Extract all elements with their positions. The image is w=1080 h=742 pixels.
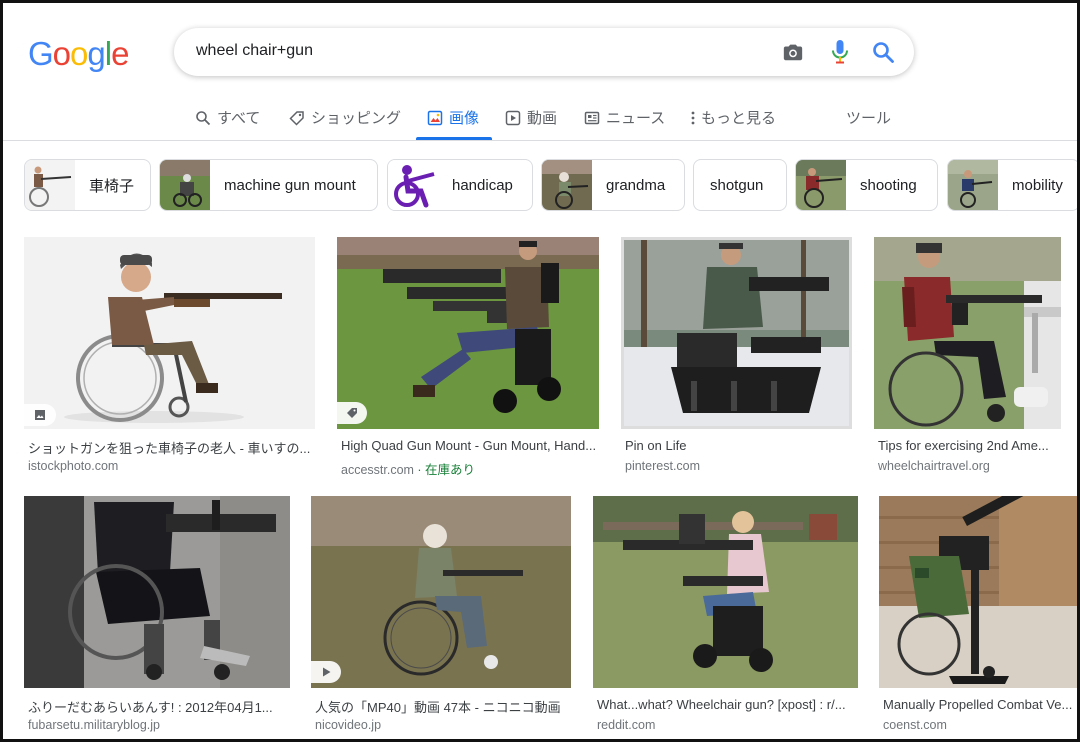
video-badge	[311, 661, 341, 683]
result-thumbnail[interactable]	[593, 496, 858, 688]
source-domain: accesstr.com	[341, 463, 414, 477]
image-result[interactable]: Manually Propelled Combat Ve... coenst.c…	[879, 496, 1077, 736]
chip-thumbnail	[388, 160, 438, 210]
browser-frame: Google wheel chair+gun すべて ショッピング 画像 動画 …	[0, 0, 1080, 742]
image-icon	[35, 410, 45, 420]
image-result[interactable]: Pin on Life pinterest.com	[621, 237, 852, 477]
image-result[interactable]: ショットガンを狙った車椅子の老人 - 車いすの... istockphoto.c…	[24, 237, 315, 477]
logo-letter: g	[87, 35, 105, 72]
image-badge	[24, 404, 56, 426]
chip-thumbnail	[160, 160, 210, 210]
tab-news[interactable]: ニュース	[584, 107, 665, 128]
result-source[interactable]: istockphoto.com	[28, 459, 118, 473]
result-thumbnail[interactable]	[337, 237, 599, 429]
news-icon	[584, 111, 600, 124]
result-title[interactable]: ショットガンを狙った車椅子の老人 - 車いすの...	[28, 438, 315, 457]
related-search-chips: 車椅子 machine gun mount handicap grandma s…	[3, 159, 1077, 211]
chip-label: shotgun	[710, 176, 764, 194]
chip-machine-gun-mount[interactable]: machine gun mount	[159, 159, 378, 211]
logo-letter: o	[70, 35, 88, 72]
tab-all[interactable]: すべて	[195, 107, 260, 128]
tab-shopping[interactable]: ショッピング	[289, 107, 401, 128]
search-input[interactable]: wheel chair+gun	[196, 42, 313, 60]
image-icon	[427, 110, 443, 125]
tab-label: ツール	[846, 110, 892, 127]
chip-shotgun[interactable]: shotgun	[693, 159, 787, 211]
divider	[3, 140, 1077, 141]
logo-letter: G	[28, 35, 54, 72]
google-logo[interactable]: Google	[28, 35, 129, 73]
tab-label: 動画	[527, 110, 558, 127]
result-thumbnail[interactable]	[621, 237, 852, 429]
camera-icon[interactable]	[782, 41, 804, 63]
result-title[interactable]: High Quad Gun Mount - Gun Mount, Hand...	[341, 438, 599, 453]
chip-label: handicap	[452, 176, 513, 194]
tab-tools[interactable]: ツール	[846, 107, 891, 128]
image-result[interactable]: 人気の「MP40」動画 47本 - ニコニコ動画 nicovideo.jp	[311, 496, 571, 736]
chip-label: grandma	[606, 176, 666, 194]
chip-thumbnail	[25, 160, 75, 210]
result-title[interactable]: ふりーだむあらいあんす! : 2012年04月1...	[28, 697, 290, 716]
chip-handicap[interactable]: handicap	[387, 159, 533, 211]
result-source[interactable]: fubarsetu.militaryblog.jp	[28, 718, 160, 732]
chip-label: machine gun mount	[224, 176, 356, 194]
result-thumbnail[interactable]	[879, 496, 1077, 688]
chip-shooting[interactable]: shooting	[795, 159, 938, 211]
chip-label: shooting	[860, 176, 917, 194]
result-thumbnail[interactable]	[874, 237, 1061, 429]
image-result[interactable]: Tips for exercising 2nd Ame... wheelchai…	[874, 237, 1061, 477]
tab-label: ニュース	[606, 110, 666, 127]
chip-label: 車椅子	[89, 177, 135, 195]
chip-grandma[interactable]: grandma	[541, 159, 685, 211]
chip-thumbnail	[542, 160, 592, 210]
chip-label: mobility	[1012, 176, 1063, 194]
result-thumbnail[interactable]	[311, 496, 571, 688]
result-source[interactable]: pinterest.com	[625, 459, 700, 473]
image-result[interactable]: What...what? Wheelchair gun? [xpost] : r…	[593, 496, 858, 736]
tab-more[interactable]: もっと見る	[691, 107, 776, 128]
result-source[interactable]: wheelchairtravel.org	[878, 459, 990, 473]
result-source[interactable]: coenst.com	[883, 718, 947, 732]
in-stock-label: · 在庫あり	[417, 463, 476, 477]
result-title[interactable]: What...what? Wheelchair gun? [xpost] : r…	[597, 697, 858, 712]
image-result[interactable]: High Quad Gun Mount - Gun Mount, Hand...…	[337, 237, 599, 477]
tag-badge	[337, 402, 367, 424]
tab-label: すべて	[217, 110, 261, 127]
tab-label: ショッピング	[311, 110, 402, 127]
result-thumbnail[interactable]	[24, 237, 315, 429]
result-title[interactable]: 人気の「MP40」動画 47本 - ニコニコ動画	[315, 697, 571, 716]
chip-mobility[interactable]: mobility	[947, 159, 1077, 211]
chip-wheelchair[interactable]: 車椅子	[24, 159, 151, 211]
tab-label: 画像	[449, 110, 480, 127]
tab-videos[interactable]: 動画	[505, 107, 557, 128]
logo-letter: e	[111, 35, 129, 72]
play-icon	[505, 110, 521, 125]
search-icon[interactable]	[871, 40, 895, 64]
result-source[interactable]: reddit.com	[597, 718, 655, 732]
tab-label: もっと見る	[701, 110, 777, 127]
result-source[interactable]: accesstr.com · 在庫あり	[341, 459, 475, 478]
search-icon	[196, 110, 211, 125]
logo-letter: o	[52, 35, 71, 72]
tab-images[interactable]: 画像	[427, 107, 479, 128]
search-tabs: すべて ショッピング 画像 動画 ニュース もっと見る ツール	[3, 103, 1077, 141]
result-title[interactable]: Manually Propelled Combat Ve...	[883, 697, 1077, 712]
result-thumbnail[interactable]	[24, 496, 290, 688]
tag-icon	[347, 408, 357, 418]
tag-icon	[289, 110, 304, 126]
chip-thumbnail	[948, 160, 998, 210]
microphone-icon[interactable]	[831, 39, 849, 65]
result-title[interactable]: Tips for exercising 2nd Ame...	[878, 438, 1061, 453]
result-source[interactable]: nicovideo.jp	[315, 718, 381, 732]
chip-thumbnail	[796, 160, 846, 210]
more-vert-icon	[691, 111, 695, 124]
result-title[interactable]: Pin on Life	[625, 438, 852, 453]
search-box[interactable]: wheel chair+gun	[174, 28, 914, 76]
image-result[interactable]: ふりーだむあらいあんす! : 2012年04月1... fubarsetu.mi…	[24, 496, 290, 736]
play-icon	[323, 667, 331, 677]
